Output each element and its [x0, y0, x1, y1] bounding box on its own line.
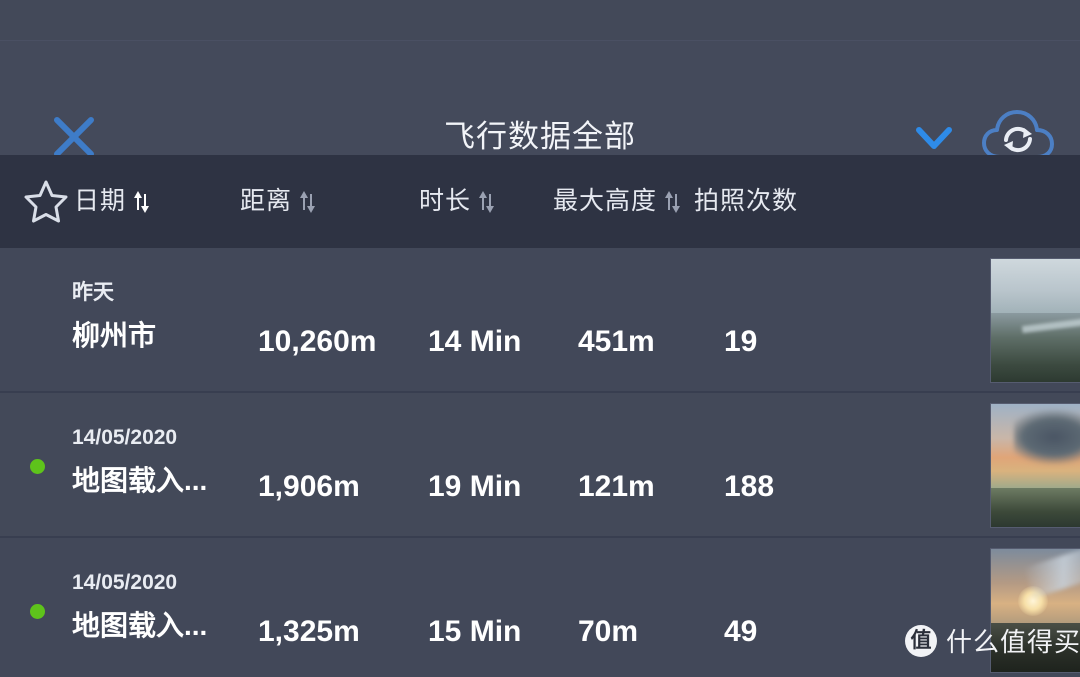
record-location: 地图载入... [72, 465, 208, 496]
record-max-altitude: 121m [578, 470, 655, 503]
column-header-max-altitude[interactable]: 最大高度 [553, 155, 681, 248]
title-bar: 飞行数据全部 [0, 40, 1080, 159]
record-thumbnail[interactable] [990, 258, 1080, 383]
table-row[interactable]: 14/05/2020 地图载入... 1,906m 19 Min 121m 18… [0, 393, 1080, 538]
column-header-date-label: 日期 [74, 187, 127, 215]
sort-updown-icon [134, 190, 150, 213]
star-outline-icon [24, 180, 68, 223]
record-location: 柳州市 [72, 320, 157, 351]
favorites-filter-button[interactable] [22, 177, 70, 225]
record-distance: 1,906m [258, 470, 360, 503]
sync-status-dot [30, 604, 45, 619]
column-header-date[interactable]: 日期 [74, 155, 150, 248]
column-header-duration-label: 时长 [419, 187, 472, 215]
record-max-altitude: 70m [578, 615, 639, 648]
record-photo-count: 188 [724, 470, 775, 503]
record-photo-count: 49 [724, 615, 758, 648]
record-date: 14/05/2020 [72, 571, 178, 594]
column-header-duration[interactable]: 时长 [419, 155, 495, 248]
sort-updown-icon [665, 190, 681, 213]
table-row[interactable]: 昨天 柳州市 10,260m 14 Min 451m 19 [0, 248, 1080, 393]
record-duration: 19 Min [428, 470, 522, 503]
record-thumbnail[interactable] [990, 403, 1080, 528]
record-location: 地图载入... [72, 610, 208, 641]
record-duration: 15 Min [428, 615, 522, 648]
record-date: 昨天 [72, 281, 114, 304]
flight-records-screen: 飞行数据全部 日期 距离 时长 最大高度 拍照次数 昨天 柳州市 10,260m… [0, 0, 1080, 677]
sort-updown-icon [300, 190, 316, 213]
column-header-photo-count[interactable]: 拍照次数 [694, 155, 798, 248]
record-date-cell: 14/05/2020 地图载入... [72, 423, 252, 503]
column-header-max-altitude-label: 最大高度 [553, 187, 658, 215]
sort-updown-icon [479, 190, 495, 213]
flight-records-list: 昨天 柳州市 10,260m 14 Min 451m 19 14/05/2020… [0, 248, 1080, 677]
record-date-cell: 14/05/2020 地图载入... [72, 568, 252, 648]
record-distance: 1,325m [258, 615, 360, 648]
record-distance: 10,260m [258, 325, 377, 358]
column-header-bar: 日期 距离 时长 最大高度 拍照次数 [0, 155, 1080, 248]
table-row[interactable]: 14/05/2020 地图载入... 1,325m 15 Min 70m 49 [0, 538, 1080, 677]
record-photo-count: 19 [724, 325, 758, 358]
column-header-photo-count-label: 拍照次数 [694, 187, 799, 215]
status-strip [0, 0, 1080, 40]
record-duration: 14 Min [428, 325, 522, 358]
record-thumbnail[interactable] [990, 548, 1080, 673]
record-max-altitude: 451m [578, 325, 655, 358]
column-header-distance[interactable]: 距离 [240, 155, 316, 248]
column-header-distance-label: 距离 [240, 187, 293, 215]
record-date: 14/05/2020 [72, 426, 178, 449]
record-date-cell: 昨天 柳州市 [72, 278, 252, 358]
sync-status-dot [30, 459, 45, 474]
